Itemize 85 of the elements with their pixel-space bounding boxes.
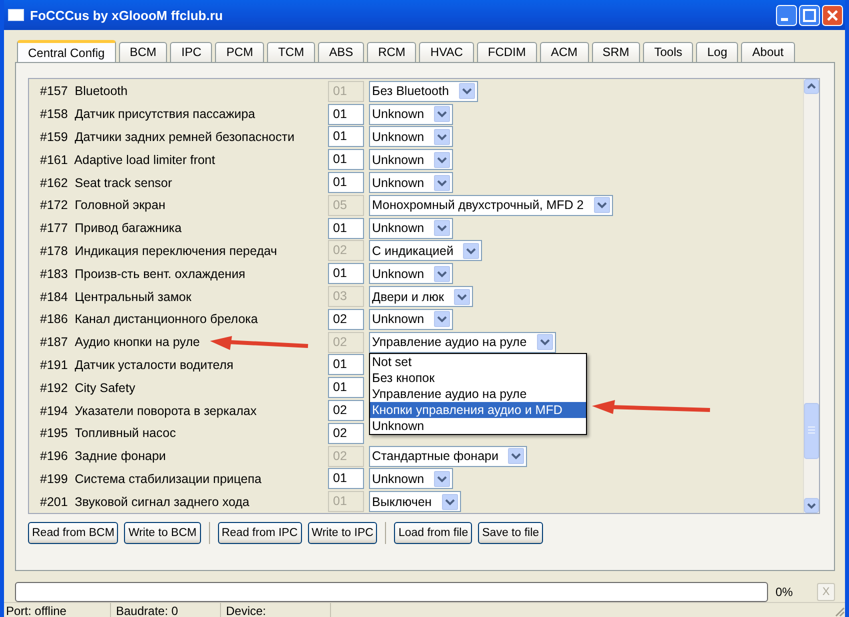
- dropdown[interactable]: Unknown: [369, 149, 454, 170]
- close-button[interactable]: [822, 4, 843, 26]
- scroll-down-button[interactable]: [804, 498, 819, 513]
- dropdown[interactable]: Unknown: [369, 218, 454, 239]
- setting-label: #195 Топливный насос: [40, 426, 176, 440]
- setting-label: #187 Аудио кнопки на руле: [40, 335, 200, 350]
- action-button[interactable]: Read from IPC: [218, 522, 302, 544]
- code-field[interactable]: 01: [328, 104, 364, 125]
- dropdown[interactable]: Управление аудио на руле: [369, 332, 556, 353]
- tab[interactable]: HVAC: [419, 42, 474, 62]
- action-button[interactable]: Read from BCM: [28, 522, 118, 544]
- dropdown[interactable]: Unknown: [369, 126, 454, 148]
- dropdown[interactable]: Unknown: [369, 172, 454, 194]
- maximize-button[interactable]: [799, 4, 820, 26]
- tab[interactable]: RCM: [367, 42, 416, 62]
- scroll-up-button[interactable]: [804, 79, 819, 94]
- dropdown[interactable]: Выключен: [369, 491, 461, 512]
- action-button[interactable]: Save to file: [478, 522, 544, 544]
- tab[interactable]: ABS: [318, 42, 364, 62]
- setting-label: #177 Привод багажника: [40, 221, 182, 236]
- dropdown[interactable]: Unknown: [369, 263, 454, 284]
- dropdown[interactable]: Unknown: [369, 104, 454, 125]
- action-button[interactable]: Write to IPC: [308, 522, 378, 544]
- dropdown-option[interactable]: Кнопки управления аудио и MFD: [370, 402, 586, 418]
- tab[interactable]: BCM: [118, 42, 168, 62]
- tab[interactable]: About: [741, 42, 795, 62]
- setting-label: #159 Датчики задних ремней безопасности: [40, 130, 294, 144]
- code-field[interactable]: 01: [328, 126, 364, 148]
- tab[interactable]: IPC: [170, 42, 212, 62]
- scroll-thumb[interactable]: [804, 403, 819, 459]
- window-icon: [8, 9, 24, 21]
- window-title: FoCCCus by xGloooM ffclub.ru: [30, 8, 224, 22]
- code-field[interactable]: 02: [328, 422, 364, 444]
- setting-label: #178 Индикация переключения передач: [40, 244, 278, 258]
- dropdown-option[interactable]: Not set: [370, 354, 586, 370]
- tab[interactable]: PCM: [215, 42, 264, 62]
- setting-label: #196 Задние фонари: [40, 449, 166, 464]
- action-button[interactable]: Write to BCM: [124, 522, 201, 544]
- code-field[interactable]: 01: [328, 149, 364, 170]
- status-text: Baudrate: 0: [114, 603, 221, 617]
- tab[interactable]: ACM: [540, 42, 589, 62]
- code-field[interactable]: 01: [328, 468, 364, 490]
- dropdown-option[interactable]: Без кнопок: [370, 370, 586, 386]
- setting-label: #157 Bluetooth: [40, 84, 128, 98]
- dropdown-option[interactable]: Unknown: [370, 418, 586, 434]
- code-field[interactable]: 01: [328, 218, 364, 239]
- setting-label: #183 Произв-сть вент. охлаждения: [40, 266, 246, 281]
- setting-label: #192 City Safety: [40, 380, 136, 395]
- tab[interactable]: Tools: [643, 42, 694, 62]
- setting-label: #201 Звуковой сигнал заднего хода: [40, 494, 250, 509]
- code-field[interactable]: 01: [328, 354, 364, 376]
- setting-label: #162 Seat track sensor: [40, 176, 172, 190]
- minimize-button[interactable]: [776, 4, 797, 26]
- dropdown[interactable]: Unknown: [369, 308, 454, 330]
- dropdown[interactable]: Unknown: [369, 468, 454, 490]
- dropdown[interactable]: Стандартные фонари: [369, 446, 528, 467]
- dropdown[interactable]: Без Bluetooth: [369, 80, 478, 102]
- tab[interactable]: FCDIM: [476, 42, 537, 62]
- setting-label: #199 Система стабилизации прицепа: [40, 472, 262, 486]
- setting-label: #184 Центральный замок: [40, 290, 192, 304]
- setting-label: #172 Головной экран: [40, 198, 166, 212]
- code-field[interactable]: 02: [328, 308, 364, 330]
- dropdown[interactable]: Монохромный двухстрочный, MFD 2: [369, 194, 613, 216]
- code-field[interactable]: 01: [328, 377, 364, 398]
- setting-label: #191 Датчик усталости водителя: [40, 358, 234, 372]
- resize-grip-icon[interactable]: [833, 605, 845, 617]
- code-field[interactable]: 01: [328, 263, 364, 284]
- setting-label: #158 Датчик присутствия пассажира: [40, 107, 256, 122]
- dropdown[interactable]: Двери и люк: [369, 286, 473, 308]
- status-text: Port: offline: [4, 603, 111, 617]
- setting-label: #186 Канал дистанционного брелока: [40, 312, 258, 326]
- scrollbar[interactable]: [803, 79, 819, 513]
- status-text: Device:: [224, 603, 331, 617]
- progress-percent: 0%: [776, 585, 794, 599]
- action-button[interactable]: Load from file: [394, 522, 472, 544]
- code-field[interactable]: 01: [328, 172, 364, 194]
- dropdown[interactable]: С индикацией: [369, 240, 482, 262]
- setting-label: #161 Adaptive load limiter front: [40, 152, 216, 167]
- code-field[interactable]: 02: [328, 400, 364, 422]
- tab[interactable]: Log: [696, 42, 738, 62]
- tab[interactable]: Central Config: [17, 40, 116, 62]
- tab[interactable]: SRM: [592, 42, 640, 62]
- dropdown-option[interactable]: Управление аудио на руле: [370, 386, 586, 402]
- tab[interactable]: TCM: [267, 42, 316, 62]
- setting-label: #194 Указатели поворота в зеркалах: [40, 404, 257, 418]
